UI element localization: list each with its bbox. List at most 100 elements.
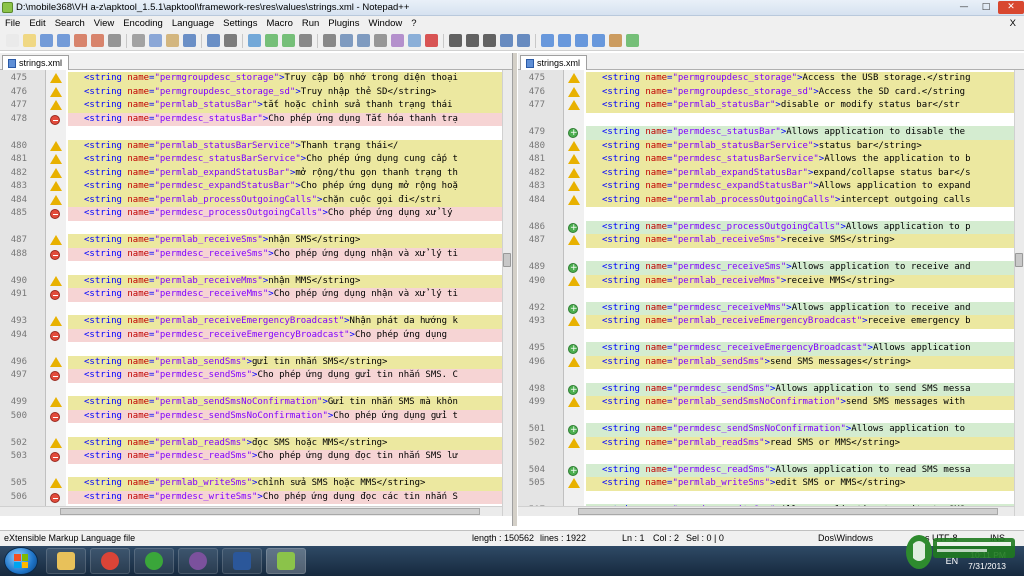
start-button[interactable] [4,547,38,575]
zoom-out-icon[interactable] [282,34,295,47]
xml-attribute-value: "permlab_expandStatusBar" [154,167,290,178]
taskbar-button-coccoc[interactable] [134,548,174,574]
code-line: 480 <string name="permlab_statusBarServic… [0,139,502,153]
save-macro-icon[interactable] [500,34,513,47]
code-text: <string name="permlab_receiveSms">nhận S… [68,234,502,248]
notepadpp-logo-icon [2,2,13,13]
changed-line-icon [568,73,580,83]
menu-item-edit[interactable]: Edit [24,18,49,29]
xml-attribute-value: "permgroupdesc_storage_sd" [672,86,814,97]
open-file-icon[interactable] [23,34,36,47]
menu-item-settings[interactable]: Settings [218,18,261,29]
menu-item-view[interactable]: View [89,18,118,29]
next-diff-icon[interactable] [558,34,571,47]
hscroll-thumb[interactable] [578,508,998,515]
show-all-chars-icon[interactable] [357,34,370,47]
code-text: <string name="permlab_readSms">đọc SMS h… [68,436,502,450]
save-icon[interactable] [40,34,53,47]
menu-item-search[interactable]: Search [50,18,89,29]
word-wrap-icon[interactable] [340,34,353,47]
save-all-icon[interactable] [57,34,70,47]
menu-item-run[interactable]: Run [297,18,323,29]
tab-strings-xml-left[interactable]: strings.xml [2,55,70,70]
xml-attribute-value: "permlab_writeSms" [672,478,771,488]
taskbar-button-notepadpp[interactable] [266,548,306,574]
compare-icon[interactable] [517,34,530,47]
find-icon[interactable] [224,34,237,47]
taskbar-button-viber[interactable] [178,548,218,574]
xml-tag-open: <string [84,437,128,448]
close-icon[interactable] [74,34,87,47]
run-macro-multiple-icon[interactable] [483,34,496,47]
stop-record-icon[interactable] [449,34,462,47]
xml-text: receive SMS</string> [786,235,895,245]
user-defined-language-icon[interactable] [391,34,404,47]
sync-horizontal-icon[interactable] [323,34,336,47]
changed-line-icon [50,167,62,178]
play-macro-icon[interactable] [466,34,479,47]
cut-icon[interactable] [132,34,145,47]
taskbar-button-chrome[interactable] [90,548,130,574]
xml-attribute-value: "permdesc_sendSmsNoConfirmation" [672,424,846,434]
menu-item-plugins[interactable]: Plugins [323,18,363,29]
tab-strings-xml-right[interactable]: strings.xml [520,55,588,70]
xml-attribute: name [645,478,668,488]
horizontal-scrollbar[interactable] [518,506,1014,516]
menu-item-encoding[interactable]: Encoding [118,18,167,29]
line-number: 502 [528,437,545,448]
redo-icon[interactable] [207,34,220,47]
maximize-button[interactable]: □ [976,1,996,14]
code-text: <string name="permlab_statusBarService">… [68,139,502,153]
clear-compare-icon[interactable] [609,34,622,47]
first-diff-icon[interactable] [575,34,588,47]
vertical-scrollbar[interactable] [502,70,512,516]
menu-item-file[interactable]: File [0,18,24,29]
undo-icon[interactable] [183,34,196,47]
print-icon[interactable] [108,34,121,47]
code-line: 495 <string name="permdesc_receiveEmergen… [518,342,1014,357]
vertical-scrollbar[interactable] [1014,70,1024,516]
xml-tag-open: <string [602,167,646,178]
replace-icon[interactable] [248,34,261,47]
code-text: <string name="permgroupdesc_storage_sd">… [68,85,502,99]
zoom-in-icon[interactable] [265,34,278,47]
menu-item-help[interactable]: ? [406,18,420,29]
window-title: D:\mobile368\VH a-z\apktool_1.5.1\apktoo… [16,2,410,13]
menu-item-window[interactable]: Window [363,18,406,29]
menu-close-button[interactable]: X [1005,18,1024,29]
menu-bar: File Edit Search View Encoding Language Settin… [0,16,1024,31]
record-macro-icon[interactable] [425,34,438,47]
close-all-icon[interactable] [91,34,104,47]
taskbar-button-word[interactable] [222,548,262,574]
last-diff-icon[interactable] [592,34,605,47]
spell-check-icon[interactable] [626,34,639,47]
scroll-thumb[interactable] [1015,253,1023,267]
right-editor[interactable]: 475 <string name="permgroupdesc_storage">… [518,70,1024,516]
line-number: 476 [10,86,27,97]
line-number: 482 [10,167,27,178]
taskbar-button-explorer[interactable] [46,548,86,574]
menu-item-language[interactable]: Language [167,18,218,29]
left-editor[interactable]: 475 <string name="permgroupdesc_storage">… [0,70,512,516]
scroll-thumb[interactable] [503,253,511,267]
code-line: 494 <string name="permdesc_receiveEmergen… [0,328,502,342]
sync-vertical-icon[interactable] [299,34,312,47]
horizontal-scrollbar[interactable] [0,506,502,516]
line-number: 489 [528,262,545,272]
new-file-icon[interactable] [6,34,19,47]
xml-tag-open: <string [84,86,128,97]
minimize-button[interactable]: — [954,1,974,14]
xml-tag-open: <string [602,275,646,286]
close-window-button[interactable]: ✕ [998,1,1024,14]
menu-item-macro[interactable]: Macro [261,18,296,29]
indent-guide-icon[interactable] [374,34,387,47]
paste-icon[interactable] [166,34,179,47]
doc-map-icon[interactable] [408,34,421,47]
prev-diff-icon[interactable] [541,34,554,47]
xml-text: Allows application to send SMS messa [775,383,971,394]
hscroll-thumb[interactable] [60,508,480,515]
code-line: 477 <string name="permlab_statusBar">disa… [518,99,1014,113]
xml-attribute: name [645,181,668,191]
copy-icon[interactable] [149,34,162,47]
